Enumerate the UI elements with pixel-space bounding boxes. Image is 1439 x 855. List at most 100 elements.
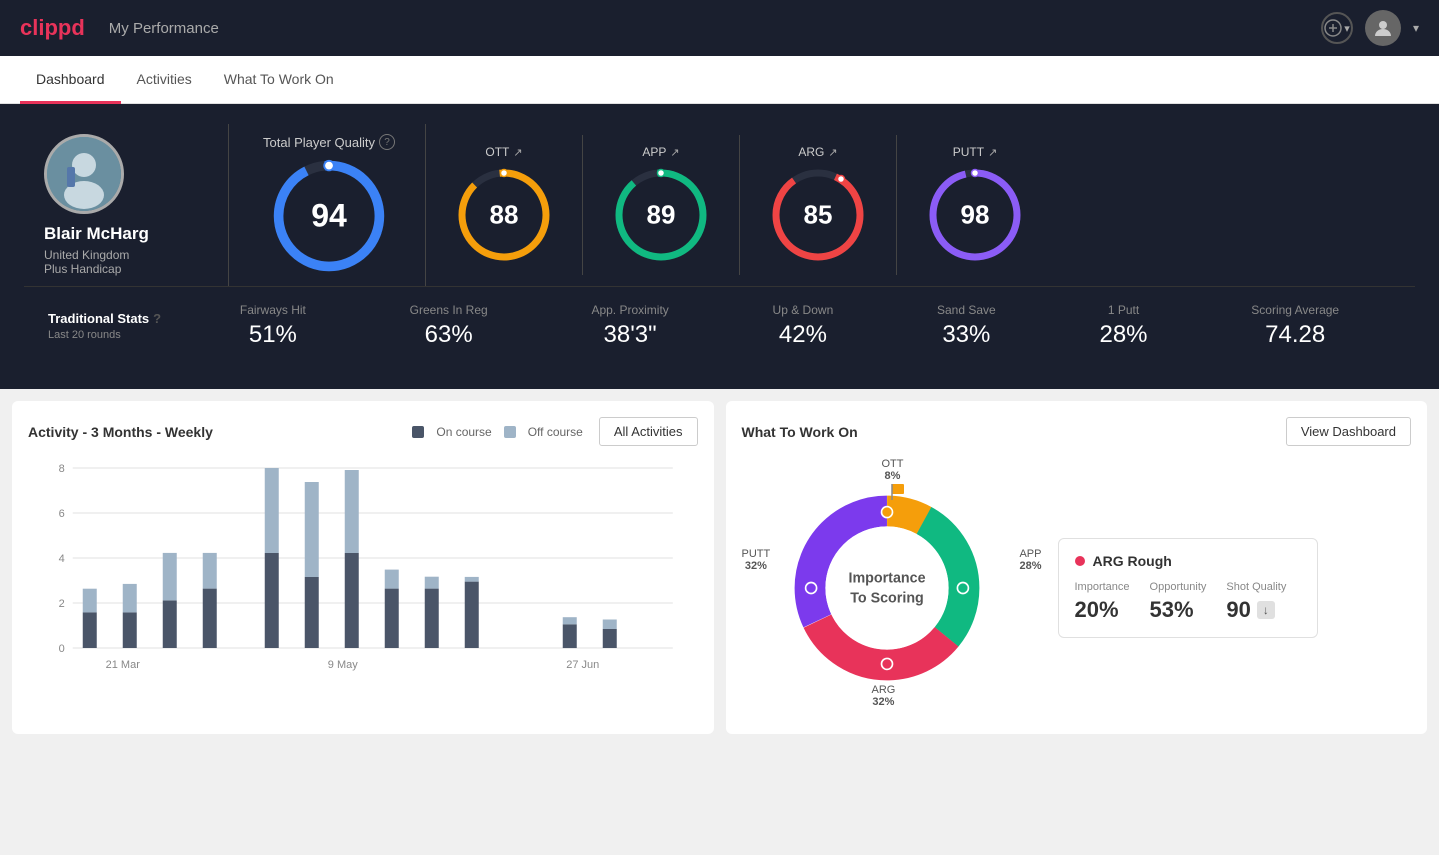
tab-dashboard[interactable]: Dashboard xyxy=(20,57,121,104)
player-handicap: Plus Handicap xyxy=(44,262,121,276)
activity-panel-header: Activity - 3 Months - Weekly On course O… xyxy=(28,417,698,446)
bar-on-4 xyxy=(203,589,217,648)
putt-label: PUTT 32% xyxy=(742,548,771,572)
stat-updown: Up & Down 42% xyxy=(773,303,834,349)
activity-panel-title: Activity - 3 Months - Weekly xyxy=(28,424,213,440)
app-gauge-value: 89 xyxy=(647,200,676,231)
user-icon xyxy=(1371,16,1395,40)
ott-arrow-icon: ↗ xyxy=(513,146,522,159)
stats-label-sub: Last 20 rounds xyxy=(48,329,188,341)
work-on-info-card: ARG Rough Importance 20% Opportunity 53%… xyxy=(1058,538,1318,638)
stat-fairways: Fairways Hit 51% xyxy=(240,303,306,349)
bar-on-2 xyxy=(123,612,137,648)
tab-what-to-work-on[interactable]: What To Work On xyxy=(208,57,350,104)
main-gauge-container: 94 xyxy=(269,156,389,276)
info-card-metrics: Importance 20% Opportunity 53% Shot Qual… xyxy=(1075,581,1301,623)
all-activities-button[interactable]: All Activities xyxy=(599,417,698,446)
work-on-header: What To Work On View Dashboard xyxy=(742,417,1412,446)
add-button[interactable]: ▾ xyxy=(1321,12,1353,44)
ott-gauge-value: 88 xyxy=(490,200,519,231)
bar-on-5 xyxy=(265,553,279,648)
gauge-title: Total Player Quality ? xyxy=(263,134,395,150)
app-arrow-icon: ↗ xyxy=(670,146,679,159)
user-avatar-button[interactable] xyxy=(1365,10,1401,46)
bar-on-8 xyxy=(385,589,399,648)
view-dashboard-button[interactable]: View Dashboard xyxy=(1286,417,1411,446)
bar-off-6 xyxy=(305,482,319,577)
svg-text:6: 6 xyxy=(59,508,65,520)
metric-importance: Importance 20% xyxy=(1075,581,1130,623)
metric-shot-quality: Shot Quality 90 ↓ xyxy=(1226,581,1286,623)
sub-gauge-app: APP ↗ 89 xyxy=(583,135,740,275)
sub-gauges: OTT ↗ 88 APP xyxy=(426,135,1415,275)
svg-text:4: 4 xyxy=(59,553,65,565)
putt-arrow-icon: ↗ xyxy=(988,146,997,159)
header-title: My Performance xyxy=(109,20,1321,37)
stats-help-icon[interactable]: ? xyxy=(153,311,161,326)
bar-off-2 xyxy=(123,584,137,613)
bar-off-3 xyxy=(163,553,177,601)
bar-off-11 xyxy=(563,617,577,624)
svg-text:Importance: Importance xyxy=(848,571,925,587)
metric-opportunity: Opportunity 53% xyxy=(1150,581,1207,623)
sub-gauge-ott-label: OTT ↗ xyxy=(485,145,522,159)
bar-off-7 xyxy=(345,470,359,553)
sub-gauge-app-label: APP ↗ xyxy=(642,145,679,159)
svg-text:To Scoring: To Scoring xyxy=(850,590,924,606)
donut-chart-area: OTT 8% APP 28% ARG 32% PUTT 32% xyxy=(742,458,1042,718)
activity-chart-svg: 8 6 4 2 0 xyxy=(28,458,698,678)
arg-arrow-icon: ↗ xyxy=(828,146,837,159)
help-icon[interactable]: ? xyxy=(379,134,395,150)
activity-legend-area: On course Off course All Activities xyxy=(412,417,697,446)
header-actions: ▾ ▾ xyxy=(1321,10,1419,46)
stat-1putt: 1 Putt 28% xyxy=(1099,303,1147,349)
stats-items: Fairways Hit 51% Greens In Reg 63% App. … xyxy=(188,303,1391,349)
header: clippd My Performance ▾ ▾ xyxy=(0,0,1439,56)
tab-activities[interactable]: Activities xyxy=(121,57,208,104)
putt-gauge-value: 98 xyxy=(961,200,990,231)
plus-circle-icon xyxy=(1324,19,1342,37)
activity-panel: Activity - 3 Months - Weekly On course O… xyxy=(12,401,714,734)
app-label: APP 28% xyxy=(1019,548,1041,572)
chart-area: 8 6 4 2 0 xyxy=(28,458,698,678)
off-course-legend-dot xyxy=(504,426,516,438)
stats-bar: Traditional Stats ? Last 20 rounds Fairw… xyxy=(24,286,1415,365)
donut-svg: Importance To Scoring xyxy=(772,478,1002,698)
stats-label: Traditional Stats ? Last 20 rounds xyxy=(48,311,188,341)
bar-on-9 xyxy=(425,589,439,648)
arg-gauge-value: 85 xyxy=(804,200,833,231)
sub-gauge-ott: OTT ↗ 88 xyxy=(426,135,583,275)
player-avatar xyxy=(44,134,124,214)
flag-icon xyxy=(890,482,906,502)
bar-on-7 xyxy=(345,553,359,648)
sub-gauge-putt-container: 98 xyxy=(925,165,1025,265)
bar-on-3 xyxy=(163,601,177,649)
player-country: United Kingdom xyxy=(44,248,129,262)
divider xyxy=(228,124,229,286)
bar-on-12 xyxy=(603,629,617,648)
bottom-panels: Activity - 3 Months - Weekly On course O… xyxy=(0,389,1439,746)
bar-on-10 xyxy=(465,582,479,648)
stat-scoring: Scoring Average 74.28 xyxy=(1251,303,1339,349)
nav-tabs: Dashboard Activities What To Work On xyxy=(0,56,1439,104)
player-name: Blair McHarg xyxy=(44,224,149,244)
bar-off-10 xyxy=(465,577,479,582)
gauges-section: Total Player Quality ? 94 xyxy=(233,124,1415,286)
bar-on-1 xyxy=(83,612,97,648)
sub-gauge-app-container: 89 xyxy=(611,165,711,265)
sub-gauge-ott-container: 88 xyxy=(454,165,554,265)
bar-on-6 xyxy=(305,577,319,648)
bar-off-9 xyxy=(425,577,439,589)
info-card-title: ARG Rough xyxy=(1075,553,1301,569)
on-course-legend-dot xyxy=(412,426,424,438)
avatar-chevron-icon: ▾ xyxy=(1413,21,1419,35)
main-gauge-value: 94 xyxy=(311,198,347,235)
svg-text:2: 2 xyxy=(59,598,65,610)
bar-off-8 xyxy=(385,570,399,589)
sub-gauge-arg-label: ARG ↗ xyxy=(798,145,837,159)
bar-off-12 xyxy=(603,620,617,630)
bar-off-5 xyxy=(265,468,279,553)
stat-sandsave: Sand Save 33% xyxy=(937,303,996,349)
player-info: Blair McHarg United Kingdom Plus Handica… xyxy=(24,124,224,286)
logo: clippd xyxy=(20,15,85,41)
